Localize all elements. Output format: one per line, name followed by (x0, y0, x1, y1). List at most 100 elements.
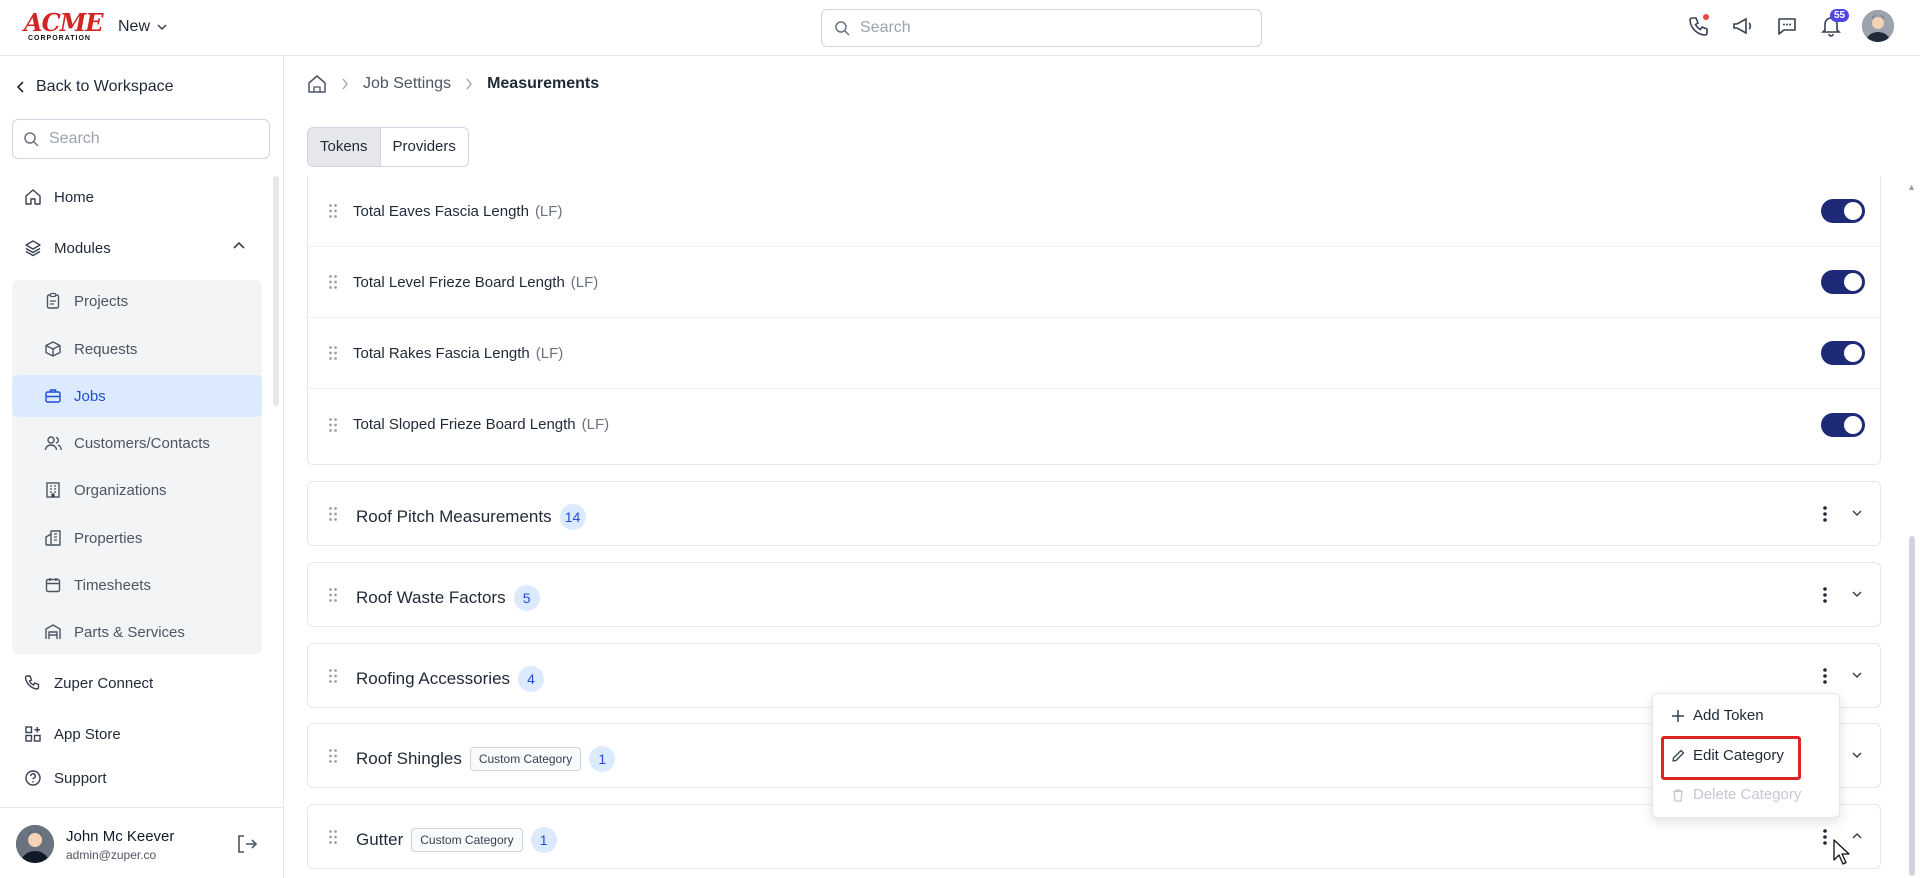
breadcrumb-job-settings[interactable]: Job Settings (363, 75, 451, 93)
menu-item-delete-category[interactable]: Delete Category (1671, 786, 1801, 803)
menu-item-label: Edit Category (1693, 747, 1784, 764)
layers-icon (25, 240, 41, 257)
category-context-menu: Add Token Edit Category Delete Category (1652, 693, 1840, 818)
phone-icon[interactable] (1686, 13, 1712, 39)
sidebar-item-label: Jobs (74, 387, 106, 405)
sidebar-item-customers-contacts[interactable]: Customers/Contacts (12, 422, 262, 464)
drag-handle-icon[interactable] (328, 506, 338, 522)
sidebar-item-home[interactable]: Home (24, 188, 94, 206)
chevron-up-icon[interactable] (232, 239, 246, 253)
apps-icon (25, 726, 41, 742)
sidebar-item-jobs[interactable]: Jobs (12, 375, 262, 417)
top-bar: ACME CORPORATION New Search 55 (0, 0, 1920, 56)
scroll-up-arrow[interactable]: ▲ (1907, 182, 1916, 192)
chevron-down-icon[interactable] (1850, 748, 1864, 762)
sidebar-item-label: Modules (54, 239, 111, 257)
sidebar-item-support[interactable]: Support (24, 769, 107, 787)
back-to-workspace-label: Back to Workspace (36, 78, 174, 95)
category-card-roof-pitch[interactable]: Roof Pitch Measurements 14 (307, 481, 1881, 546)
token-unit: (LF) (581, 416, 610, 433)
users-icon (44, 436, 62, 451)
sidebar-item-app-store[interactable]: App Store (24, 725, 121, 743)
category-title: Roof Pitch Measurements 14 (356, 504, 586, 530)
sidebar-item-requests[interactable]: Requests (12, 328, 262, 370)
sidebar-item-zuper-connect[interactable]: Zuper Connect (24, 674, 153, 692)
trash-icon (1673, 788, 1683, 802)
sidebar-item-modules[interactable]: Modules (24, 239, 111, 257)
sidebar-item-properties[interactable]: Properties (12, 517, 262, 559)
warehouse-icon (45, 624, 61, 639)
tab-tokens[interactable]: Tokens (308, 128, 381, 166)
token-toggle[interactable] (1821, 199, 1865, 223)
more-vertical-icon[interactable] (1820, 585, 1830, 605)
token-name: Total Eaves Fascia Length (LF) (353, 202, 563, 220)
new-button[interactable]: New (118, 18, 168, 36)
building-icon (46, 482, 60, 498)
token-list: Total Eaves Fascia Length (LF) Total Leve… (307, 176, 1881, 465)
chevron-down-icon[interactable] (1850, 506, 1864, 520)
megaphone-icon[interactable] (1730, 13, 1756, 39)
drag-handle-icon[interactable] (328, 274, 338, 290)
sidebar-item-label: Home (54, 188, 95, 206)
calendar-icon (45, 578, 61, 593)
chevron-down-icon[interactable] (1850, 587, 1864, 601)
category-card-gutter[interactable]: Gutter Custom Category 1 (307, 804, 1881, 869)
category-card-roof-shingles[interactable]: Roof Shingles Custom Category 1 (307, 723, 1881, 788)
sidebar-scrollbar[interactable] (273, 176, 279, 406)
mouse-cursor-icon (1833, 839, 1850, 865)
sidebar-item-label: Zuper Connect (54, 674, 154, 692)
more-vertical-icon[interactable] (1820, 666, 1830, 686)
home-icon[interactable] (307, 74, 327, 94)
sidebar-search-input[interactable]: Search (12, 119, 270, 159)
main-scrollbar[interactable] (1909, 536, 1915, 876)
category-title: Roof Waste Factors 5 (356, 585, 540, 611)
user-avatar[interactable] (1862, 10, 1894, 42)
category-title: Roof Shingles Custom Category 1 (356, 746, 616, 772)
chevron-down-icon[interactable] (1850, 668, 1864, 682)
more-vertical-icon[interactable] (1820, 504, 1830, 524)
back-to-workspace-link[interactable]: Back to Workspace (16, 78, 174, 96)
notification-count-badge: 55 (1830, 9, 1850, 22)
drag-handle-icon[interactable] (328, 829, 338, 845)
category-card-roofing-accessories[interactable]: Roofing Accessories 4 (307, 643, 1881, 708)
drag-handle-icon[interactable] (328, 748, 338, 764)
token-toggle[interactable] (1821, 412, 1865, 437)
sidebar: Back to Workspace Search Home Modules Pr… (0, 56, 284, 878)
menu-item-edit-category[interactable]: Edit Category (1671, 747, 1784, 764)
sidebar-item-label: Properties (74, 529, 143, 547)
drag-handle-icon[interactable] (328, 345, 338, 361)
sidebar-item-label: App Store (54, 725, 121, 743)
sidebar-item-organizations[interactable]: Organizations (12, 469, 262, 511)
drag-handle-icon[interactable] (328, 417, 338, 433)
drag-handle-icon[interactable] (328, 587, 338, 603)
global-search-placeholder: Search (860, 19, 911, 36)
sidebar-item-parts-services[interactable]: Parts & Services (12, 611, 262, 653)
menu-item-add-token[interactable]: Add Token (1671, 707, 1764, 724)
user-avatar[interactable] (16, 825, 54, 863)
search-icon (24, 132, 39, 147)
tab-providers[interactable]: Providers (380, 128, 468, 166)
sidebar-item-projects[interactable]: Projects (12, 280, 262, 322)
help-circle-icon (25, 770, 41, 786)
drag-handle-icon[interactable] (328, 668, 338, 684)
sidebar-item-timesheets[interactable]: Timesheets (12, 564, 262, 606)
sidebar-item-label: Organizations (74, 481, 167, 499)
chevron-up-icon[interactable] (1850, 829, 1864, 843)
category-card-roof-waste[interactable]: Roof Waste Factors 5 (307, 562, 1881, 627)
chat-icon[interactable] (1774, 13, 1800, 39)
logout-icon[interactable] (236, 834, 258, 854)
token-unit: (LF) (534, 202, 563, 220)
drag-handle-icon[interactable] (328, 203, 338, 219)
token-toggle[interactable] (1821, 341, 1865, 365)
breadcrumb: Job Settings Measurements (307, 74, 599, 94)
global-search-input[interactable]: Search (821, 9, 1262, 47)
acme-logo[interactable]: ACME CORPORATION (24, 11, 104, 43)
token-name: Total Rakes Fascia Length (LF) (353, 344, 564, 362)
tab-group: Tokens Providers (307, 127, 469, 167)
bell-icon[interactable]: 55 (1818, 9, 1850, 39)
token-toggle[interactable] (1821, 270, 1865, 294)
more-vertical-icon[interactable] (1820, 827, 1830, 847)
token-unit: (LF) (570, 273, 599, 291)
category-title: Gutter Custom Category 1 (356, 827, 557, 853)
sidebar-item-label: Support (54, 769, 107, 787)
